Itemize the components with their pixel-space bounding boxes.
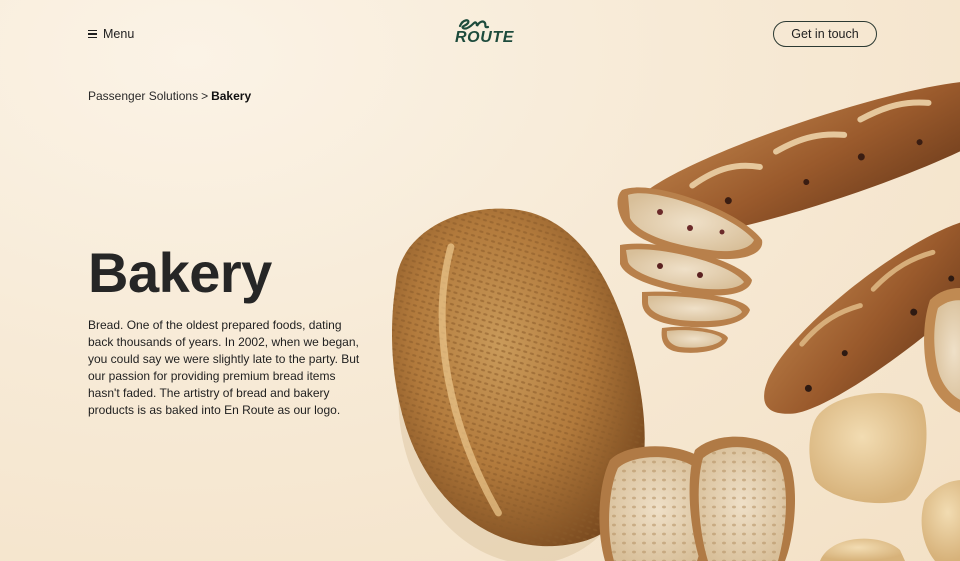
page-title: Bakery [88, 241, 272, 304]
breadcrumb-separator: > [201, 89, 209, 103]
get-in-touch-button[interactable]: Get in touch [773, 21, 877, 47]
breadcrumb: Passenger Solutions > Bakery [88, 89, 251, 103]
page: Menu ROUTE Get in touch Passenger Soluti… [0, 0, 960, 561]
logo-wordmark: ROUTE [455, 29, 514, 46]
bread-photo [392, 80, 960, 561]
menu-label: Menu [103, 27, 135, 41]
intro-paragraph: Bread. One of the oldest prepared foods,… [88, 318, 360, 417]
breadcrumb-current: Bakery [211, 89, 252, 103]
menu-button[interactable]: Menu [88, 27, 134, 41]
brand-logo[interactable]: ROUTE [455, 17, 517, 49]
breadcrumb-parent-link[interactable]: Passenger Solutions [88, 89, 198, 103]
hamburger-icon [88, 30, 97, 38]
